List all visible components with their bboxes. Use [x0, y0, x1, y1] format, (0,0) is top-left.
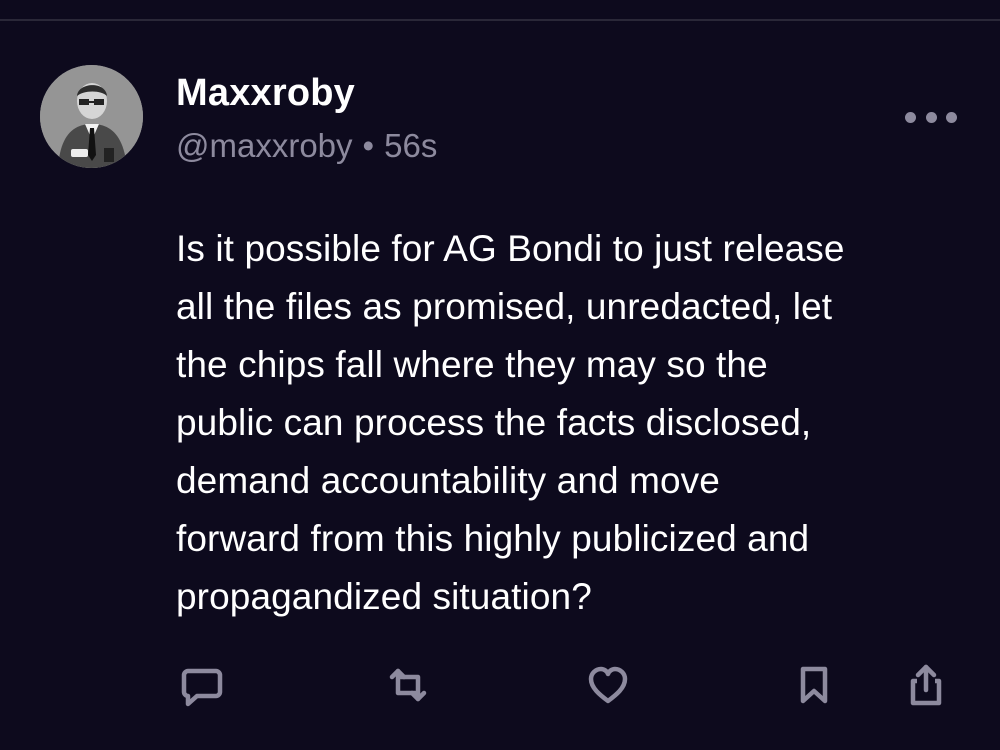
meta-separator: • [362, 127, 375, 164]
bookmark-icon [800, 666, 828, 704]
heart-icon [588, 666, 628, 704]
like-button[interactable] [578, 655, 638, 715]
repost-button[interactable] [378, 655, 438, 715]
post-actions [0, 655, 1000, 715]
bookmark-button[interactable] [784, 655, 844, 715]
share-up-arrow-icon [910, 664, 942, 706]
more-options-button[interactable] [905, 104, 957, 130]
avatar[interactable] [40, 65, 143, 168]
more-horizontal-icon [946, 111, 957, 123]
share-button[interactable] [896, 655, 956, 715]
handle[interactable]: @maxxroby [176, 127, 353, 164]
post-text: Is it possible for AG Bondi to just rele… [176, 228, 845, 617]
more-horizontal-icon [905, 111, 916, 123]
more-horizontal-icon [925, 111, 937, 123]
display-name[interactable]: Maxxroby [176, 72, 355, 115]
post-card[interactable]: Maxxroby @maxxroby • 56s Is it possible fo… [0, 0, 1000, 750]
post-timestamp[interactable]: 56s [384, 127, 437, 164]
speech-bubble-icon [181, 668, 223, 707]
profile-photo [40, 65, 143, 168]
post-meta: @maxxroby • 56s [176, 127, 437, 165]
repost-arrows-icon [389, 668, 427, 702]
reply-button[interactable] [172, 655, 232, 715]
